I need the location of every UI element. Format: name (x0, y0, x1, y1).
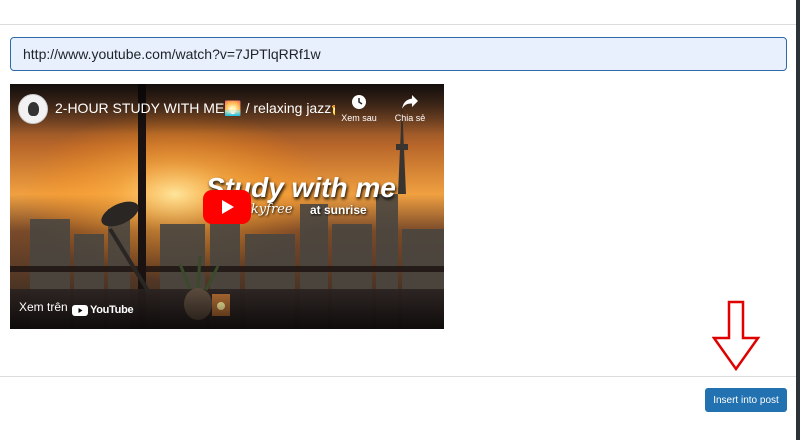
watch-on-label[interactable]: Xem trên (19, 300, 68, 314)
down-arrow-annotation (712, 300, 761, 372)
video-embed-preview[interactable]: 2-HOUR STUDY WITH ME🌅 / relaxing jazz🎷 .… (10, 84, 444, 329)
footer-divider (0, 376, 796, 377)
youtube-play-icon (72, 304, 88, 316)
top-divider (0, 24, 796, 25)
video-title[interactable]: 2-HOUR STUDY WITH ME🌅 / relaxing jazz🎷 .… (55, 100, 335, 117)
url-input[interactable] (10, 37, 787, 71)
share-button[interactable]: Chia sẻ (388, 94, 432, 123)
youtube-logo[interactable]: YouTube (72, 304, 134, 316)
overlay-subtitle: at sunrise (310, 203, 367, 217)
channel-avatar[interactable] (18, 94, 48, 124)
embed-dialog: 2-HOUR STUDY WITH ME🌅 / relaxing jazz🎷 .… (0, 0, 800, 440)
play-button[interactable] (203, 190, 251, 224)
watch-later-button[interactable]: Xem sau (337, 94, 381, 123)
share-label: Chia sẻ (394, 113, 426, 123)
scrollbar[interactable] (796, 0, 800, 440)
clock-icon (352, 95, 366, 109)
insert-into-post-button[interactable]: Insert into post (705, 388, 787, 412)
youtube-logo-text: YouTube (90, 304, 134, 316)
watch-later-label: Xem sau (341, 113, 377, 123)
share-icon (402, 95, 418, 109)
